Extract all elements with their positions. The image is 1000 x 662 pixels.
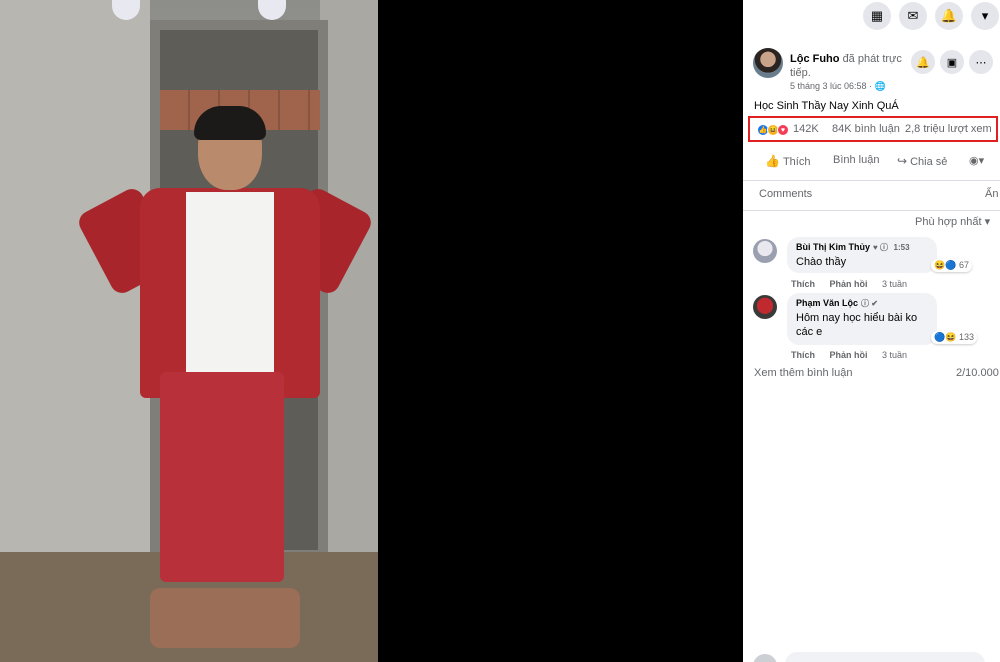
info-verified-icon: ⓘ ✔ [861, 299, 878, 308]
notification-toggle-button[interactable]: 🔔 [911, 50, 935, 74]
save-button[interactable]: ▣ [940, 50, 964, 74]
sort-label: Phù hợp nhất [915, 216, 982, 228]
commenter-name[interactable]: Bùi Thị Kim Thủy ♥ ⓘ 1:53 [796, 242, 928, 253]
bell-icon: 🔔 [916, 56, 930, 69]
commenter-name[interactable]: Phạm Văn Lộc ⓘ ✔ [796, 298, 928, 309]
comment-actions: Thích Phản hồi 3 tuần [791, 350, 919, 360]
comment-item: Bùi Thị Kim Thủy ♥ ⓘ 1:53 Chào thầy 😆🔵 67… [753, 237, 1000, 293]
see-more-comments-link[interactable]: Xem thêm bình luận [754, 367, 852, 379]
like-button[interactable]: 👍 Thích [765, 154, 810, 168]
post-actions: 👍 Thích Bình luận ↪ Chia sẻ ◉▾ [743, 150, 1000, 174]
comment-page-count: 2/10.000 [956, 367, 999, 379]
comment-actions: Thích Phản hồi 3 tuần [791, 279, 919, 289]
haha-like-icon: 😆🔵 [934, 260, 957, 270]
video-stage[interactable] [0, 0, 743, 662]
red-pants [160, 372, 284, 582]
comment-sort-dropdown[interactable]: Phù hợp nhất ▾ [915, 215, 990, 228]
like-label: Thích [782, 156, 811, 168]
hair [194, 106, 266, 140]
grid-icon[interactable]: ▦ [863, 2, 891, 30]
post-timestamp[interactable]: 5 tháng 3 lúc 06:58 · 🌐 [790, 81, 886, 92]
white-shirt [186, 192, 274, 372]
share-button[interactable]: ↪ Chia sẻ [897, 154, 947, 168]
tab-hide[interactable]: Ẩn [985, 188, 998, 200]
commenter-name-text[interactable]: Bùi Thị Kim Thủy [796, 242, 870, 252]
comments-count[interactable]: 84K bình luận [832, 123, 900, 135]
comment-text: Hôm nay học hiểu bài ko các e [796, 312, 918, 338]
globe-icon: 🌐 [874, 81, 886, 91]
comment-label: Bình luận [833, 154, 880, 166]
caret-down-icon[interactable]: ▾ [971, 2, 999, 30]
comment-text: Chào thầy [796, 256, 847, 268]
comment-bubble: Bùi Thị Kim Thủy ♥ ⓘ 1:53 Chào thầy [787, 237, 937, 273]
like-haha-icon: 🔵😆 [934, 332, 957, 342]
bookmark-icon: ▣ [946, 56, 958, 69]
video-frame[interactable] [0, 0, 378, 662]
reactions-count[interactable]: 142K [793, 123, 819, 135]
engagement-stats-highlight: 👍 😆 ♥ 142K 84K bình luận 2,8 triệu lượt … [748, 116, 998, 142]
comment-reactions[interactable]: 😆🔵 67 [931, 259, 972, 272]
comment-age[interactable]: 3 tuần [882, 350, 907, 360]
tab-comments[interactable]: Comments [759, 188, 812, 200]
views-count: 2,8 triệu lượt xem [905, 123, 992, 135]
lamp-right [258, 0, 286, 20]
audience-selector[interactable]: ◉▾ [969, 154, 984, 167]
comment-like-button[interactable]: Thích [791, 350, 815, 360]
divider [743, 180, 1000, 181]
post-caption: Học Sinh Thầy Nay Xinh QuÁ [754, 100, 899, 112]
commenter-avatar[interactable] [753, 239, 777, 263]
more-options-button[interactable]: ⋯ [969, 50, 993, 74]
thumbs-up-icon: 👍 [765, 154, 780, 168]
share-label: Chia sẻ [910, 156, 948, 168]
top-navigation: ▦ ✉ 🔔 ▾ [743, 0, 1000, 36]
author-name-text[interactable]: Lộc Fuho [790, 53, 840, 65]
heart-badge-icon: ♥ ⓘ [873, 243, 888, 252]
comment-item: Phạm Văn Lộc ⓘ ✔ Hôm nay học hiểu bài ko … [753, 293, 1000, 365]
comment-button[interactable]: Bình luận [833, 154, 879, 166]
author-avatar[interactable] [753, 48, 783, 78]
current-user-avatar [753, 654, 777, 662]
comment-reaction-count[interactable]: 67 [959, 260, 969, 270]
commenter-avatar[interactable] [753, 295, 777, 319]
divider [743, 210, 1000, 211]
post-header: Lộc Fuho đã phát trực tiếp. 5 tháng 3 lú… [753, 46, 993, 96]
commenter-name-text[interactable]: Phạm Văn Lộc [796, 298, 858, 308]
bell-icon[interactable]: 🔔 [935, 2, 963, 30]
person-in-red-suit [74, 106, 376, 662]
comment-reply-button[interactable]: Phản hồi [830, 350, 868, 360]
post-side-panel: ▦ ✉ 🔔 ▾ Lộc Fuho đã phát trực tiếp. 5 th… [743, 0, 1000, 662]
comment-age[interactable]: 3 tuần [882, 279, 907, 289]
comment-like-button[interactable]: Thích [791, 279, 815, 289]
share-icon: ↪ [897, 154, 908, 168]
feet [150, 588, 300, 648]
comment-time: 1:53 [893, 243, 910, 252]
love-reaction-icon: ♥ [777, 124, 789, 136]
chevron-down-icon: ▾ [984, 216, 991, 228]
comment-input[interactable] [785, 652, 985, 662]
avatar-selector-icon: ◉▾ [969, 155, 985, 167]
messenger-icon[interactable]: ✉ [899, 2, 927, 30]
post-time-text[interactable]: 5 tháng 3 lúc 06:58 · [790, 81, 872, 91]
ellipsis-icon: ⋯ [975, 56, 987, 69]
comment-reply-button[interactable]: Phản hồi [830, 279, 868, 289]
comment-reaction-count[interactable]: 133 [959, 332, 974, 342]
author-name[interactable]: Lộc Fuho đã phát trực tiếp. [790, 52, 908, 80]
reaction-icons[interactable]: 👍 😆 ♥ [757, 124, 797, 136]
comment-bubble: Phạm Văn Lộc ⓘ ✔ Hôm nay học hiểu bài ko … [787, 293, 937, 345]
comment-reactions[interactable]: 🔵😆 133 [931, 331, 977, 344]
